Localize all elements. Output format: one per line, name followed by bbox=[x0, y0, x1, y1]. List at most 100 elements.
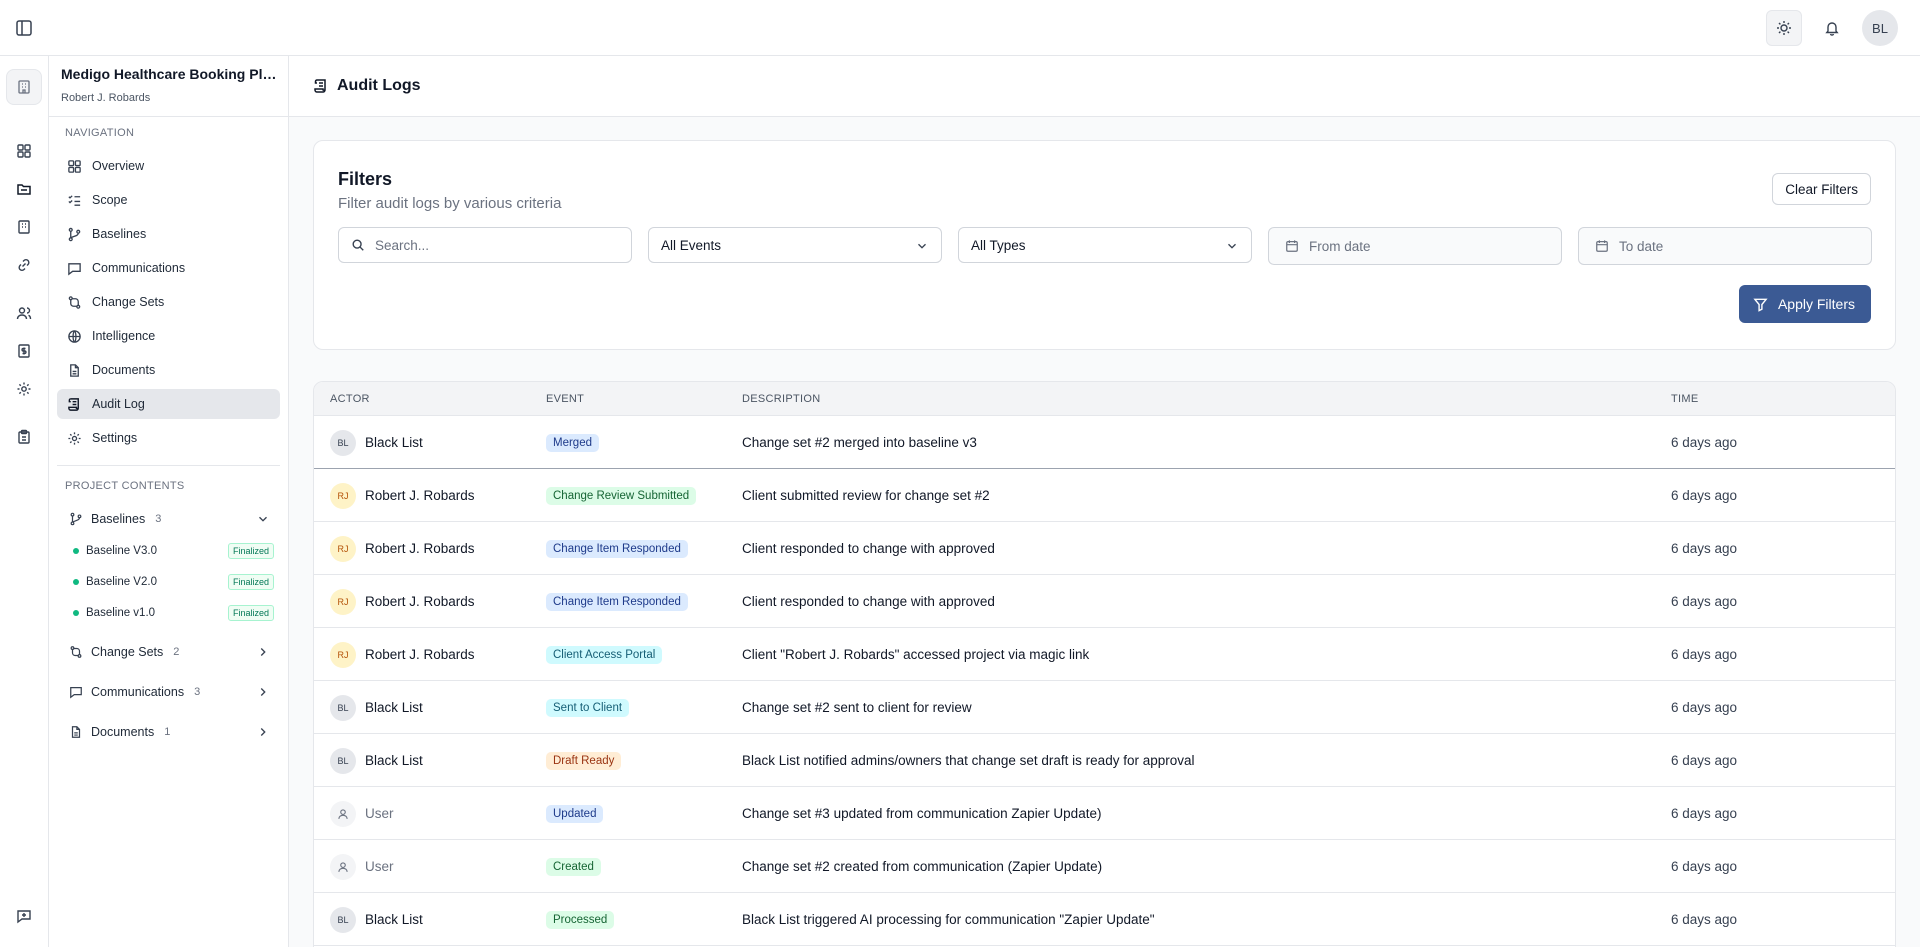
types-select[interactable]: All Types bbox=[958, 227, 1252, 263]
nav-item-label: Scope bbox=[92, 193, 128, 207]
description-cell: Client responded to change with approved bbox=[742, 594, 995, 609]
clear-filters-button[interactable]: Clear Filters bbox=[1772, 173, 1871, 205]
contents-communications-count: 3 bbox=[194, 686, 201, 698]
time-cell: 6 days ago bbox=[1671, 647, 1738, 662]
avatar-initials: RJ bbox=[337, 490, 349, 501]
column-header-actor: ACTOR bbox=[330, 393, 370, 405]
branch-icon bbox=[68, 227, 81, 241]
description-cell: Black List notified admins/owners that c… bbox=[742, 753, 1195, 768]
baseline-item-v1[interactable]: Baseline v1.0 Finalized bbox=[73, 602, 280, 624]
actor-name: Black List bbox=[365, 912, 423, 927]
baseline-item-v2[interactable]: Baseline V2.0 Finalized bbox=[73, 571, 280, 593]
time-cell: 6 days ago bbox=[1671, 594, 1738, 609]
nav-item-label: Overview bbox=[92, 159, 145, 173]
nav-item-scope[interactable]: Scope bbox=[57, 185, 280, 215]
actor-cell: RJ Robert J. Robards bbox=[330, 575, 475, 628]
avatar: BL bbox=[330, 906, 356, 933]
event-cell: Change Item Responded bbox=[546, 575, 688, 628]
avatar: RJ bbox=[330, 588, 356, 615]
navigation-section-label: NAVIGATION bbox=[65, 127, 135, 139]
table-row[interactable]: RJ Robert J. Robards Change Item Responded… bbox=[314, 522, 1895, 575]
file-icon bbox=[71, 726, 81, 738]
table-row[interactable]: RJ Robert J. Robards Change Item Responded… bbox=[314, 575, 1895, 628]
actor-cell: BL Black List bbox=[330, 734, 423, 787]
apply-filters-button[interactable]: Apply Filters bbox=[1738, 285, 1871, 323]
table-row[interactable]: BL Black List Draft Ready Black List notifi… bbox=[314, 734, 1895, 787]
nav-item-overview[interactable]: Overview bbox=[57, 151, 280, 181]
contents-communications-toggle[interactable]: Communications 3 bbox=[57, 677, 280, 707]
notifications-button[interactable] bbox=[1814, 10, 1850, 46]
table-row[interactable]: RJ Robert J. Robards Client Access Portal C… bbox=[314, 628, 1895, 681]
table-header: ACTOR EVENT DESCRIPTION TIME bbox=[314, 382, 1895, 416]
nav-item-documents[interactable]: Documents bbox=[57, 355, 280, 385]
contents-baselines-toggle[interactable]: Baselines 3 bbox=[57, 504, 280, 534]
time-cell: 6 days ago bbox=[1671, 700, 1738, 715]
gear-icon bbox=[68, 431, 81, 445]
grid-icon bbox=[68, 159, 81, 173]
chevron-down-icon bbox=[1228, 243, 1236, 249]
from-date-picker[interactable]: From date bbox=[1268, 227, 1562, 265]
nav-item-change-sets[interactable]: Change Sets bbox=[57, 287, 280, 317]
apply-filters-label: Apply Filters bbox=[1777, 296, 1855, 312]
event-badge: Draft Ready bbox=[546, 751, 622, 770]
baseline-item-v3[interactable]: Baseline V3.0 Finalized bbox=[73, 540, 280, 562]
rail-users-icon[interactable] bbox=[12, 301, 36, 325]
avatar bbox=[330, 800, 356, 827]
avatar-initials: BL bbox=[337, 702, 349, 713]
contents-change-sets-toggle[interactable]: Change Sets 2 bbox=[57, 637, 280, 667]
to-date-picker[interactable]: To date bbox=[1578, 227, 1872, 265]
rail-projects-icon[interactable] bbox=[12, 177, 36, 201]
theme-toggle-button[interactable] bbox=[1766, 10, 1802, 46]
table-row[interactable]: User Created Change set #2 created from co… bbox=[314, 840, 1895, 893]
rail-link-icon[interactable] bbox=[12, 253, 36, 277]
nav-item-communications[interactable]: Communications bbox=[57, 253, 280, 283]
rail-settings-icon[interactable] bbox=[12, 377, 36, 401]
events-select[interactable]: All Events bbox=[648, 227, 942, 263]
to-date-placeholder: To date bbox=[1619, 238, 1664, 254]
description-cell: Black List triggered AI processing for c… bbox=[742, 912, 1155, 927]
rail-billing-icon[interactable] bbox=[12, 339, 36, 363]
avatar-initials: RJ bbox=[337, 596, 349, 607]
column-header-event: EVENT bbox=[546, 393, 585, 405]
event-cell: Processed bbox=[546, 893, 615, 946]
avatar: RJ bbox=[330, 535, 356, 562]
icon-rail bbox=[0, 56, 49, 947]
table-row[interactable]: User Updated Change set #3 updated from co… bbox=[314, 787, 1895, 840]
filters-subtitle: Filter audit logs by various criteria bbox=[338, 195, 562, 212]
search-input[interactable] bbox=[375, 237, 631, 253]
sidebar-toggle-icon[interactable] bbox=[14, 18, 34, 38]
table-row[interactable]: BL Black List Processed Black List triggere… bbox=[314, 893, 1895, 946]
event-badge: Processed bbox=[546, 910, 615, 929]
rail-clipboard-icon[interactable] bbox=[12, 425, 36, 449]
event-cell: Change Review Submitted bbox=[546, 469, 697, 522]
nav-item-intelligence[interactable]: Intelligence bbox=[57, 321, 280, 351]
project-contents-label: PROJECT CONTENTS bbox=[65, 480, 185, 492]
project-switcher-button[interactable] bbox=[6, 69, 42, 105]
rail-dashboard-icon[interactable] bbox=[12, 139, 36, 163]
nav-item-baselines[interactable]: Baselines bbox=[57, 219, 280, 249]
nav-item-audit-log[interactable]: Audit Log bbox=[57, 389, 280, 419]
avatar-initials: RJ bbox=[337, 649, 349, 660]
contents-baselines-count: 3 bbox=[155, 513, 162, 525]
rail-organizations-icon[interactable] bbox=[12, 215, 36, 239]
user-avatar[interactable]: BL bbox=[1862, 10, 1898, 46]
main-content: Audit Logs Filters Filter audit logs by … bbox=[289, 56, 1920, 947]
message-icon bbox=[68, 262, 81, 275]
contents-documents-toggle[interactable]: Documents 1 bbox=[57, 717, 280, 747]
baseline-label: Baseline V2.0 bbox=[86, 576, 157, 588]
column-header-description: DESCRIPTION bbox=[742, 393, 821, 405]
table-row[interactable]: BL Black List Merged Change set #2 merged i… bbox=[314, 416, 1895, 469]
table-row[interactable]: BL Black List Sent to Client Change set #2 … bbox=[314, 681, 1895, 734]
nav-item-label: Baselines bbox=[92, 227, 147, 241]
bell-icon bbox=[1825, 22, 1839, 36]
audit-log-table: ACTOR EVENT DESCRIPTION TIME BL Black Lis… bbox=[313, 381, 1896, 947]
avatar: RJ bbox=[330, 641, 356, 668]
table-row[interactable]: RJ Robert J. Robards Change Review Submitt… bbox=[314, 469, 1895, 522]
building-icon bbox=[18, 80, 30, 94]
nav-item-label: Audit Log bbox=[92, 397, 145, 411]
calendar-icon bbox=[1596, 240, 1608, 252]
branch-icon bbox=[70, 512, 82, 526]
divider bbox=[57, 465, 280, 466]
rail-feedback-icon[interactable] bbox=[12, 904, 36, 928]
nav-item-settings[interactable]: Settings bbox=[57, 423, 280, 453]
